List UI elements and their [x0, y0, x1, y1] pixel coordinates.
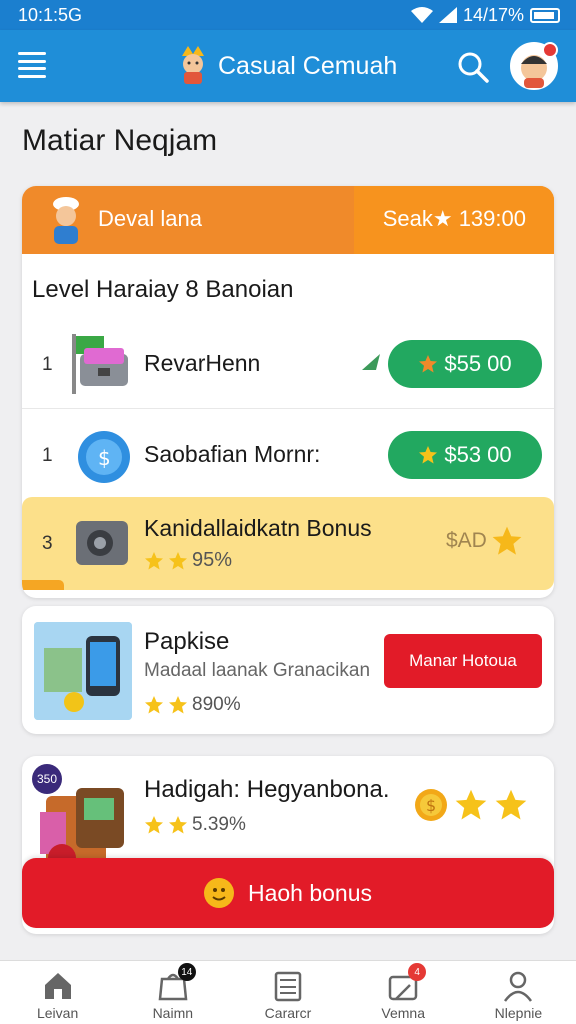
nav-item-home[interactable]: Leivan — [0, 961, 115, 1024]
promo-score: Seak★ 139:00 — [382, 206, 526, 231]
smiley-icon — [203, 878, 234, 908]
rating-value: 5.39% — [192, 814, 246, 835]
star-icon — [169, 816, 187, 834]
price-button[interactable]: $53 00 — [388, 431, 542, 479]
app-logo-icon — [182, 46, 204, 84]
card-title: Papkise — [144, 628, 230, 655]
item-rank: 1 — [42, 445, 53, 466]
leaderboard-card: Deval lana Seak★ 139:00 Level Haraiay 8 … — [22, 186, 554, 598]
menu-icon[interactable] — [18, 52, 46, 78]
app-bar: Casual Cemuah — [0, 30, 576, 102]
battery-percent: 14/17% — [462, 4, 524, 25]
star-icon — [492, 526, 522, 555]
price-label: $AD — [446, 529, 487, 552]
card-subtitle: Madaal laanak Granacikan — [144, 660, 371, 681]
app-title: Casual Cemuah — [218, 52, 398, 80]
offer-card[interactable]: Papkise Madaal laanak Granacikan 890% Ma… — [22, 606, 554, 734]
search-icon[interactable] — [456, 50, 490, 84]
promo-banner[interactable]: Deval lana Seak★ 139:00 — [22, 186, 554, 254]
card-rating: 5.39% — [144, 814, 246, 836]
nav-item-gift[interactable]: 4 Vemna — [346, 961, 461, 1024]
star-icon — [495, 789, 527, 820]
chest-icon — [72, 334, 128, 394]
coin-icon: $ — [415, 789, 447, 821]
list-item-highlighted[interactable]: 3 Kanidallaidkatn Bonus 95% $AD — [22, 497, 554, 590]
card-title: Hadigah: Hegyanbona. — [144, 776, 390, 803]
gift-icon: 4 — [386, 963, 427, 1003]
card-rating: 890% — [144, 694, 241, 716]
nav-label: Leivan — [36, 1005, 79, 1021]
claim-bonus-button[interactable]: Haoh bonus — [22, 858, 554, 928]
bag-icon: 14 — [156, 963, 196, 1003]
promo-label: Deval lana — [98, 206, 202, 231]
nav-label: Vemna — [381, 1005, 425, 1021]
card-badge: 350 — [32, 764, 62, 794]
nav-badge: 4 — [408, 963, 427, 981]
nav-item-profile[interactable]: Nlepnie — [461, 961, 576, 1024]
bonus-card: 350 Hadigah: Hegyanbona. 5.39% $ Haoh bo… — [22, 756, 554, 934]
bottom-nav: Leivan 14 Naimn Cararcr 4 Vemna Nlepnie — [0, 960, 576, 1024]
notification-dot — [542, 42, 558, 58]
item-rank: 1 — [42, 354, 53, 375]
profile-avatar[interactable] — [510, 42, 558, 90]
offer-button[interactable]: Manar Hotoua — [384, 634, 542, 688]
calculator-icon — [274, 971, 302, 1002]
chef-avatar-icon — [53, 197, 79, 244]
item-name: RevarHenn — [144, 350, 261, 376]
person-icon — [504, 971, 533, 1002]
status-time: 10:1:5G — [18, 4, 83, 25]
svg-text:$: $ — [98, 446, 111, 470]
star-icon — [169, 551, 187, 569]
home-icon — [44, 973, 71, 999]
item-name: Kanidallaidkatn Bonus — [144, 515, 372, 541]
arrow-icon — [362, 354, 380, 370]
list-item[interactable]: 1 RevarHenn $55 00 — [22, 318, 554, 408]
star-icon — [145, 551, 163, 569]
wifi-icon — [410, 7, 433, 23]
nav-label: Naimn — [152, 1005, 194, 1021]
signal-icon — [438, 7, 457, 23]
coin-icon: $ — [78, 431, 130, 483]
bonus-label: Haoh bonus — [247, 879, 373, 906]
star-icon — [455, 789, 487, 820]
nav-badge: 14 — [177, 963, 196, 981]
nav-item-bag[interactable]: 14 Naimn — [115, 961, 230, 1024]
nav-item-calculator[interactable]: Cararcr — [230, 961, 345, 1024]
star-icon — [145, 696, 163, 714]
reward-icons: $ — [414, 788, 528, 822]
item-rank: 3 — [42, 533, 53, 554]
rating-value: 890% — [192, 694, 241, 715]
highlight-tab — [22, 580, 64, 590]
star-icon — [419, 446, 438, 464]
list-item[interactable]: 1 $ Saobafian Mornr: $53 00 — [22, 408, 554, 498]
svg-text:$: $ — [426, 796, 436, 815]
price-label: $55 00 — [444, 351, 512, 376]
price-label: $53 00 — [444, 442, 512, 467]
item-name: Saobafian Mornr: — [144, 441, 321, 467]
star-icon — [145, 816, 163, 834]
battery-icon — [530, 7, 560, 23]
item-rating: 95% — [144, 549, 232, 572]
page-title: Matiar Neqjam — [22, 124, 218, 157]
price-button[interactable]: $55 00 — [388, 340, 542, 388]
nav-label: Nlepnie — [494, 1005, 543, 1021]
rating-value: 95% — [192, 549, 233, 571]
star-icon — [169, 696, 187, 714]
status-bar: 10:1:5G 14/17% — [0, 0, 576, 30]
section-heading: Level Haraiay 8 Banoian — [32, 276, 294, 303]
star-icon — [419, 355, 438, 373]
phone-money-icon — [34, 622, 132, 720]
status-indicators: 14/17% — [410, 4, 560, 26]
nav-label: Cararcr — [264, 1005, 312, 1021]
safe-icon — [76, 521, 128, 565]
price-faded[interactable]: $AD — [446, 525, 523, 557]
